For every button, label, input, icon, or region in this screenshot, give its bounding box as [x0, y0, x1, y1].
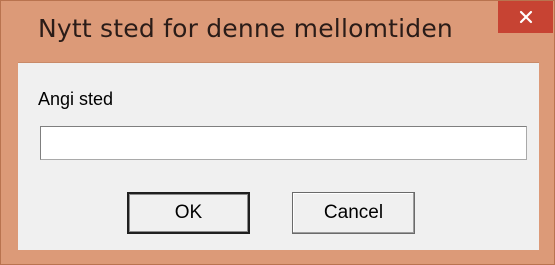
cancel-button[interactable]: Cancel [292, 192, 415, 234]
window-title: Nytt sted for denne mellomtiden [38, 14, 453, 43]
close-button[interactable] [498, 1, 553, 33]
dialog-content: Angi sted OK Cancel [18, 62, 539, 250]
location-label: Angi sted [38, 89, 114, 109]
ok-button[interactable]: OK [127, 192, 250, 234]
dialog-window: Nytt sted for denne mellomtiden Angi ste… [0, 0, 555, 265]
close-icon [519, 10, 533, 24]
title-bar[interactable]: Nytt sted for denne mellomtiden [1, 1, 554, 61]
location-input[interactable] [40, 126, 527, 160]
